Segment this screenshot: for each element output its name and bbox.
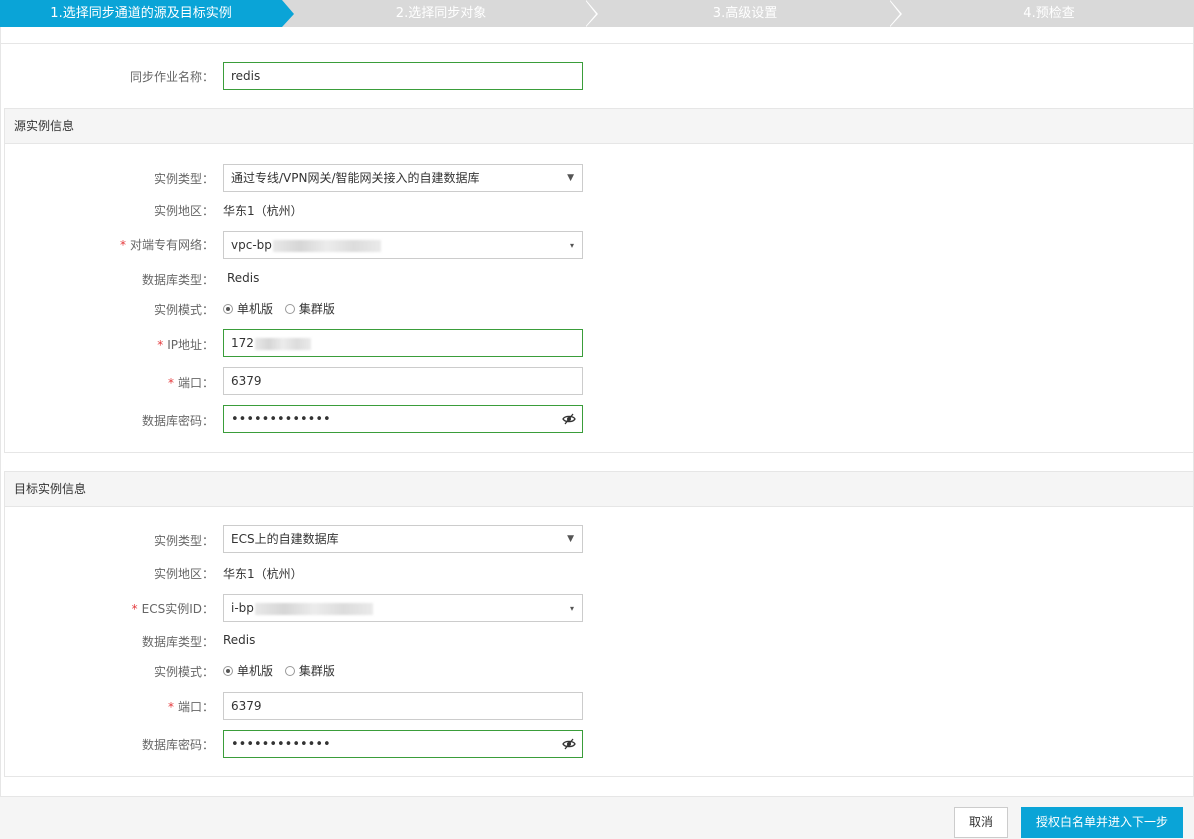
- divider: [0, 43, 1194, 44]
- source-instance-type-value: 通过专线/VPN网关/智能网关接入的自建数据库: [231, 171, 480, 185]
- chevron-down-icon: ▼: [567, 173, 574, 183]
- target-section: 目标实例信息: [4, 471, 1194, 777]
- target-section-title: 目标实例信息: [5, 472, 1193, 507]
- source-instance-type-label: 实例类型：: [153, 172, 214, 186]
- target-db-type-value: Redis: [223, 633, 256, 647]
- required-mark: *: [131, 602, 138, 616]
- eye-slash-icon[interactable]: [562, 406, 576, 432]
- step-4-label: 4.预检查: [1023, 6, 1075, 21]
- source-port-label: * 端口：: [60, 374, 214, 391]
- job-name-input[interactable]: redis: [223, 62, 583, 90]
- source-region-label: 实例地区：: [153, 204, 214, 218]
- source-db-type-label: 数据库类型：: [141, 273, 214, 287]
- redacted-text: [254, 602, 373, 615]
- step-1-arrow: [282, 0, 294, 27]
- target-mode-single-label: 单机版: [237, 664, 274, 678]
- eye-slash-icon[interactable]: [562, 731, 576, 757]
- source-region-value: 华东1（杭州）: [223, 204, 303, 218]
- job-name-label: 同步作业名称：: [129, 70, 214, 84]
- target-instance-type-label: 实例类型：: [153, 534, 214, 548]
- source-mode-single[interactable]: 单机版: [223, 302, 273, 316]
- chevron-down-icon: ▾: [569, 604, 574, 613]
- required-mark: *: [119, 238, 126, 252]
- target-mode-single[interactable]: 单机版: [223, 664, 273, 678]
- radio-unchecked-icon: [284, 666, 295, 676]
- required-mark: *: [167, 376, 174, 390]
- step-2: 2.选择同步对象: [296, 0, 586, 27]
- source-password-value: •••••••••••••: [231, 412, 331, 427]
- source-mode-label: 实例模式：: [153, 303, 214, 317]
- source-mode-cluster-label: 集群版: [298, 302, 335, 316]
- target-password-label: 数据库密码：: [141, 738, 214, 752]
- step-4: 4.预检查: [904, 0, 1194, 27]
- source-mode-radio-group: 单机版 集群版: [223, 300, 343, 317]
- step-1-label: 1.选择同步通道的源及目标实例: [50, 6, 232, 21]
- target-port-label-text: 端口：: [177, 700, 214, 714]
- source-vpc-value: vpc-bp: [231, 238, 272, 252]
- target-password-value: •••••••••••••: [231, 737, 331, 752]
- source-vpc-select[interactable]: vpc-bp ▾: [223, 231, 583, 259]
- target-region-label: 实例地区：: [153, 567, 214, 581]
- required-mark: *: [157, 338, 164, 352]
- cancel-button[interactable]: 取消: [954, 807, 1008, 838]
- source-ip-input[interactable]: 172: [223, 329, 583, 357]
- source-ip-label: * IP地址：: [60, 336, 214, 353]
- target-ecs-id-value: i-bp: [231, 601, 254, 615]
- step-3-arrow: [889, 0, 900, 27]
- source-password-label: 数据库密码：: [141, 414, 214, 428]
- target-port-input[interactable]: 6379: [223, 692, 583, 720]
- source-mode-single-label: 单机版: [237, 302, 274, 316]
- step-3-label: 3.高级设置: [712, 6, 778, 21]
- source-port-value: 6379: [231, 374, 262, 388]
- radio-checked-icon: [223, 304, 233, 314]
- target-mode-radio-group: 单机版 集群版: [223, 662, 343, 679]
- target-db-type-label: 数据库类型：: [141, 635, 214, 649]
- source-instance-type-select[interactable]: 通过专线/VPN网关/智能网关接入的自建数据库 ▼: [223, 164, 583, 192]
- target-mode-cluster-label: 集群版: [298, 664, 335, 678]
- chevron-down-icon: ▼: [567, 534, 574, 544]
- target-instance-type-value: ECS上的自建数据库: [231, 532, 339, 546]
- target-region-value: 华东1（杭州）: [223, 567, 303, 581]
- source-section-title: 源实例信息: [5, 109, 1193, 144]
- target-ecs-id-select[interactable]: i-bp ▾: [223, 594, 583, 622]
- source-db-type-value: Redis: [227, 271, 260, 285]
- step-2-label: 2.选择同步对象: [395, 6, 487, 21]
- step-3: 3.高级设置: [600, 0, 890, 27]
- redacted-text: [254, 337, 311, 350]
- target-port-label: * 端口：: [60, 698, 214, 715]
- source-port-label-text: 端口：: [177, 376, 214, 390]
- source-mode-cluster[interactable]: 集群版: [284, 302, 335, 316]
- chevron-down-icon: ▾: [569, 241, 574, 250]
- step-2-arrow: [585, 0, 596, 27]
- radio-unchecked-icon: [284, 304, 295, 314]
- source-vpc-label: * 对端专有网络：: [60, 236, 214, 253]
- radio-checked-icon: [223, 666, 233, 676]
- required-mark: *: [167, 700, 174, 714]
- source-port-input[interactable]: 6379: [223, 367, 583, 395]
- target-password-input[interactable]: •••••••••••••: [223, 730, 583, 758]
- redacted-text: [272, 239, 381, 252]
- target-instance-type-select[interactable]: ECS上的自建数据库 ▼: [223, 525, 583, 553]
- source-ip-label-text: IP地址：: [167, 338, 214, 352]
- target-mode-label: 实例模式：: [153, 665, 214, 679]
- target-ecs-id-label-text: ECS实例ID：: [141, 602, 214, 616]
- target-ecs-id-label: * ECS实例ID：: [60, 600, 214, 617]
- steps-bar: 1.选择同步通道的源及目标实例 2.选择同步对象 3.高级设置 4.预检查: [0, 0, 1194, 27]
- source-password-input[interactable]: •••••••••••••: [223, 405, 583, 433]
- footer-bar: 取消 授权白名单并进入下一步: [0, 796, 1194, 839]
- source-ip-value: 172: [231, 336, 254, 350]
- target-mode-cluster[interactable]: 集群版: [284, 664, 335, 678]
- step-1: 1.选择同步通道的源及目标实例: [0, 0, 282, 27]
- authorize-next-button[interactable]: 授权白名单并进入下一步: [1021, 807, 1183, 838]
- source-vpc-label-text: 对端专有网络：: [129, 238, 214, 252]
- job-name-value: redis: [231, 69, 261, 83]
- target-port-value: 6379: [231, 699, 262, 713]
